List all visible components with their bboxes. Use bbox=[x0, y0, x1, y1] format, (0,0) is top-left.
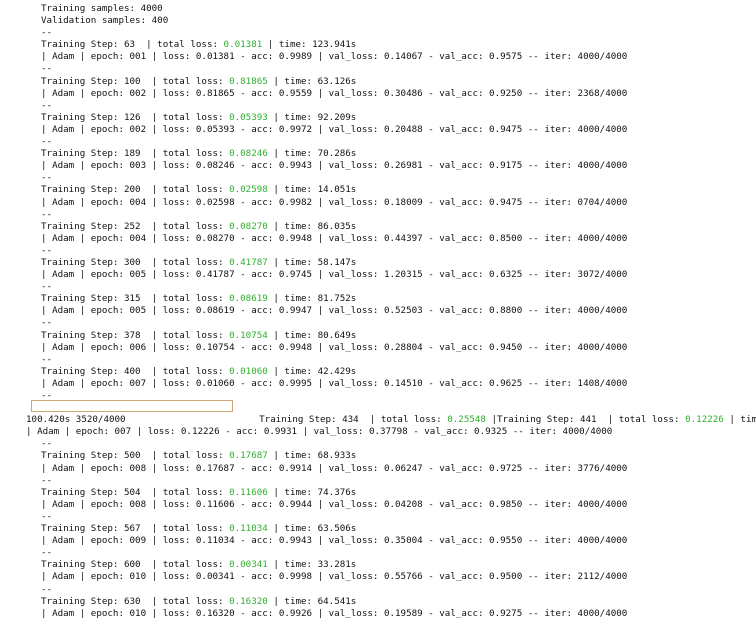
separator-line: -- bbox=[41, 99, 53, 111]
training-step-line: Training Step: 600 | total loss: 0.00341… bbox=[41, 559, 357, 571]
obscured-region bbox=[31, 400, 233, 413]
training-samples-line: Training samples: 4000 bbox=[41, 3, 163, 14]
training-step-line: Training Step: 630 | total loss: 0.16320… bbox=[41, 595, 357, 607]
epoch-detail-line: | Adam | epoch: 008 | loss: 0.17687 - ac… bbox=[41, 462, 628, 474]
total-loss-value: 0.01060 bbox=[229, 365, 268, 377]
total-loss-value: 0.01381 bbox=[223, 39, 263, 51]
training-step-line: Training Step: 200 | total loss: 0.02598… bbox=[41, 184, 357, 196]
total-loss-value: 0.10754 bbox=[229, 329, 268, 341]
separator-line: -- bbox=[41, 208, 53, 220]
epoch-detail-line: | Adam | epoch: 003 | loss: 0.08246 - ac… bbox=[41, 160, 628, 172]
total-loss-value: 0.25548 bbox=[447, 414, 486, 426]
separator-line: -- bbox=[41, 353, 53, 365]
training-step-line: Training Step: 189 | total loss: 0.08246… bbox=[41, 148, 357, 160]
separator-line: -- bbox=[41, 244, 53, 256]
total-loss-value: 0.00341 bbox=[229, 559, 268, 571]
total-loss-value: 0.41787 bbox=[229, 256, 268, 268]
total-loss-value: 0.11034 bbox=[229, 523, 268, 535]
log-entries-first: Training Step: 63 | total loss: 0.01381 … bbox=[0, 39, 756, 402]
total-loss-value: 0.12226 bbox=[685, 414, 724, 426]
separator-line: -- bbox=[41, 136, 53, 148]
separator-line: -- bbox=[41, 510, 53, 522]
epoch-detail-line: | Adam | epoch: 007 | loss: 0.12226 - ac… bbox=[26, 426, 613, 438]
training-log-output: Training samples: 4000 Validation sample… bbox=[0, 3, 756, 620]
separator-line: -- bbox=[41, 27, 53, 39]
epoch-detail-line: | Adam | epoch: 006 | loss: 0.10754 - ac… bbox=[41, 341, 628, 353]
total-loss-value: 0.02598 bbox=[229, 184, 268, 196]
log-entries-second: Training Step: 500 | total loss: 0.17687… bbox=[0, 450, 756, 619]
training-step-line: Training Step: 300 | total loss: 0.41787… bbox=[41, 256, 357, 268]
separator-line: -- bbox=[41, 474, 53, 486]
validation-samples-line: Validation samples: 400 bbox=[41, 15, 169, 27]
total-loss-value: 0.11606 bbox=[229, 486, 268, 498]
training-step-line: Training Step: 126 | total loss: 0.05393… bbox=[41, 111, 357, 123]
separator-line: -- bbox=[41, 583, 53, 595]
epoch-detail-line: | Adam | epoch: 005 | loss: 0.41787 - ac… bbox=[41, 269, 628, 281]
separator-line: -- bbox=[41, 172, 53, 184]
training-step-line: Training Step: 63 | total loss: 0.01381 … bbox=[41, 39, 357, 51]
training-step-line: Training Step: 500 | total loss: 0.17687… bbox=[41, 450, 357, 462]
separator-line: -- bbox=[41, 281, 53, 293]
epoch-detail-line: | Adam | epoch: 001 | loss: 0.01381 - ac… bbox=[41, 51, 628, 63]
total-loss-value: 0.16320 bbox=[229, 595, 268, 607]
separator-line: -- bbox=[41, 317, 53, 329]
total-loss-value: 0.17687 bbox=[229, 450, 268, 462]
separator-line: -- bbox=[41, 547, 53, 559]
epoch-detail-line: | Adam | epoch: 004 | loss: 0.02598 - ac… bbox=[41, 196, 628, 208]
epoch-detail-line: | Adam | epoch: 008 | loss: 0.11606 - ac… bbox=[41, 498, 628, 510]
epoch-detail-line: | Adam | epoch: 010 | loss: 0.00341 - ac… bbox=[41, 571, 628, 583]
total-loss-value: 0.08270 bbox=[229, 220, 268, 232]
separator-line: -- bbox=[41, 438, 53, 450]
training-step-line: Training Step: 315 | total loss: 0.08619… bbox=[41, 293, 357, 305]
epoch-detail-line: | Adam | epoch: 007 | loss: 0.01060 - ac… bbox=[41, 377, 628, 389]
training-step-line: Training Step: 400 | total loss: 0.01060… bbox=[41, 365, 357, 377]
total-loss-value: 0.08246 bbox=[229, 148, 268, 160]
epoch-detail-line: | Adam | epoch: 009 | loss: 0.11034 - ac… bbox=[41, 535, 628, 547]
separator-line: -- bbox=[41, 63, 53, 75]
training-step-line: Training Step: 567 | total loss: 0.11034… bbox=[41, 523, 357, 535]
training-step-line: Training Step: 252 | total loss: 0.08270… bbox=[41, 220, 357, 232]
epoch-detail-line: | Adam | epoch: 002 | loss: 0.05393 - ac… bbox=[41, 123, 628, 135]
total-loss-value: 0.81865 bbox=[229, 75, 268, 87]
epoch-detail-line: | Adam | epoch: 002 | loss: 0.81865 - ac… bbox=[41, 87, 628, 99]
epoch-detail-line: | Adam | epoch: 005 | loss: 0.08619 - ac… bbox=[41, 305, 628, 317]
training-step-line: Training Step: 100 | total loss: 0.81865… bbox=[41, 75, 357, 87]
epoch-detail-line: | Adam | epoch: 004 | loss: 0.08270 - ac… bbox=[41, 232, 628, 244]
epoch-detail-line: | Adam | epoch: 010 | loss: 0.16320 - ac… bbox=[41, 607, 628, 619]
overlapping-step-line: Training Step: 434 | total loss: 0.25548… bbox=[0, 400, 756, 425]
total-loss-value: 0.08619 bbox=[229, 293, 268, 305]
training-step-line: Training Step: 378 | total loss: 0.10754… bbox=[41, 329, 357, 341]
total-loss-value: 0.05393 bbox=[229, 111, 268, 123]
training-step-line: Training Step: 504 | total loss: 0.11606… bbox=[41, 486, 357, 498]
